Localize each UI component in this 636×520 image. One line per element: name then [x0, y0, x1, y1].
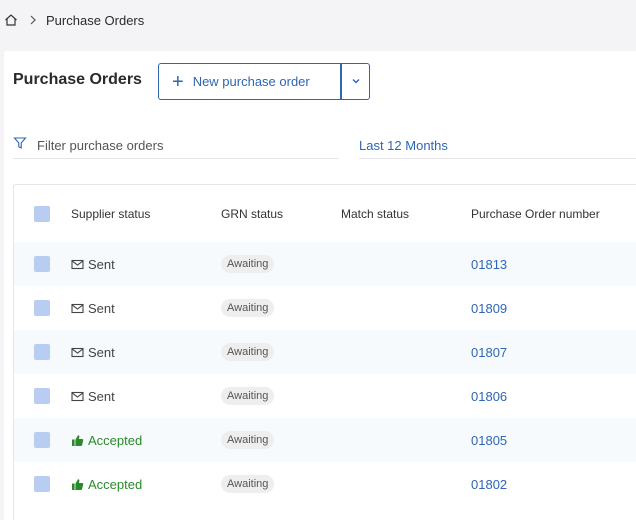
home-icon[interactable]	[4, 13, 18, 27]
supplier-status-text: Accepted	[88, 476, 143, 492]
supplier-status: Sent	[71, 345, 115, 360]
thumbs-up-icon	[71, 478, 84, 491]
supplier-status: Accepted	[71, 433, 142, 448]
column-header-po-number[interactable]: Purchase Order number	[471, 207, 600, 221]
po-number-link[interactable]: 01802	[471, 477, 507, 492]
row-checkbox[interactable]	[34, 300, 50, 316]
envelope-icon	[71, 258, 84, 271]
grn-status-badge: Awaiting	[221, 343, 275, 361]
grn-status-badge: Awaiting	[221, 431, 275, 449]
po-number-link[interactable]: 01805	[471, 433, 507, 448]
grn-status-badge: Awaiting	[221, 387, 275, 405]
purchase-orders-panel: Purchase Orders + New purchase order Las…	[4, 51, 636, 520]
envelope-icon	[71, 390, 84, 403]
table-row[interactable]: Sent Awaiting 01813	[14, 242, 636, 286]
new-purchase-order-button[interactable]: + New purchase order	[158, 63, 341, 100]
supplier-status: Sent	[71, 301, 115, 316]
supplier-status-text: Sent	[88, 388, 115, 404]
select-all-checkbox[interactable]	[34, 205, 50, 222]
supplier-status: Sent	[71, 389, 115, 404]
supplier-status-text: Sent	[88, 256, 115, 272]
thumbs-up-icon	[71, 434, 84, 447]
chevron-down-icon	[351, 74, 361, 89]
envelope-icon	[71, 302, 84, 315]
table-row[interactable]: Sent Awaiting 01806	[14, 374, 636, 418]
purchase-orders-table: Supplier status GRN status Match status …	[13, 184, 636, 520]
date-range-select[interactable]: Last 12 Months	[359, 133, 636, 159]
table-row[interactable]: Accepted Awaiting 01805	[14, 418, 636, 462]
po-number-link[interactable]: 01807	[471, 345, 507, 360]
filter-input[interactable]	[37, 138, 317, 153]
table-row[interactable]: Sent Awaiting 01807	[14, 330, 636, 374]
row-checkbox[interactable]	[34, 256, 50, 272]
new-purchase-order-label: New purchase order	[192, 74, 310, 89]
po-number-link[interactable]: 01806	[471, 389, 507, 404]
supplier-status: Sent	[71, 257, 115, 272]
grn-status-badge: Awaiting	[221, 299, 275, 317]
table-row[interactable]: Sent Awaiting 01809	[14, 286, 636, 330]
chevron-right-icon	[27, 14, 39, 26]
table-header: Supplier status GRN status Match status …	[14, 185, 636, 242]
table-row[interactable]: Accepted Awaiting 01802	[14, 462, 636, 506]
column-header-match-status[interactable]: Match status	[341, 207, 409, 221]
row-checkbox[interactable]	[34, 432, 50, 448]
envelope-icon	[71, 346, 84, 359]
row-checkbox[interactable]	[34, 388, 50, 404]
supplier-status-text: Sent	[88, 344, 115, 360]
page-title: Purchase Orders	[13, 71, 142, 88]
column-header-supplier-status[interactable]: Supplier status	[71, 207, 150, 221]
filter-bar	[13, 133, 338, 159]
plus-icon: +	[172, 70, 184, 93]
column-header-grn-status[interactable]: GRN status	[221, 207, 283, 221]
supplier-status-text: Sent	[88, 300, 115, 316]
supplier-status: Accepted	[71, 477, 142, 492]
grn-status-badge: Awaiting	[221, 475, 275, 493]
new-purchase-order-dropdown-button[interactable]	[341, 63, 370, 100]
row-checkbox[interactable]	[34, 344, 50, 360]
supplier-status-text: Accepted	[88, 432, 143, 448]
po-number-link[interactable]: 01813	[471, 257, 507, 272]
row-checkbox[interactable]	[34, 476, 50, 492]
filter-icon	[13, 136, 27, 155]
breadcrumb: Purchase Orders	[0, 0, 636, 40]
grn-status-badge: Awaiting	[221, 255, 275, 273]
date-range-label: Last 12 Months	[359, 138, 448, 153]
po-number-link[interactable]: 01809	[471, 301, 507, 316]
breadcrumb-current: Purchase Orders	[46, 12, 145, 28]
